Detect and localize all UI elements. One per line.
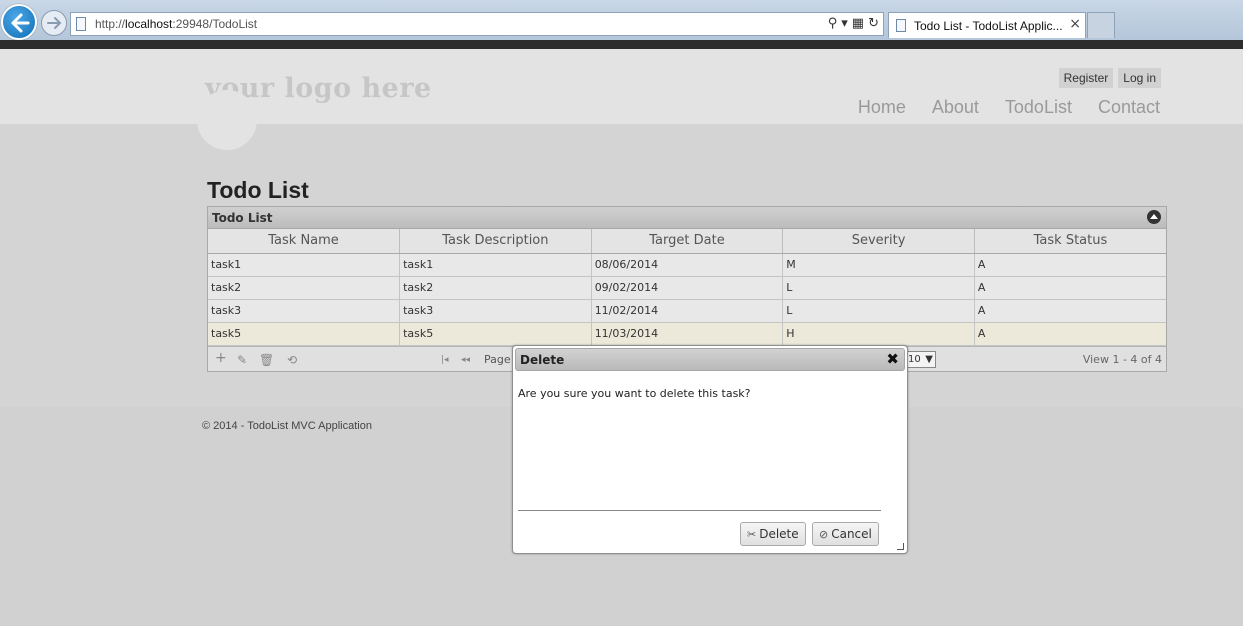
table-cell: 11/03/2014 [591,322,784,346]
table-cell: 09/02/2014 [591,276,784,300]
dialog-divider [518,510,881,511]
address-tools: ⚲ ▾ ▦ ↻ [828,15,879,33]
nav-about[interactable]: About [932,97,979,118]
collapse-icon[interactable] [1147,210,1161,224]
back-button[interactable] [1,4,37,40]
nav-home[interactable]: Home [858,97,906,118]
delete-button[interactable]: ✂ Delete [740,522,806,546]
url-text: http://localhost:29948/TodoList [95,17,258,31]
search-icon[interactable]: ⚲ [828,15,838,33]
cancel-icon: ⊘ [819,528,829,541]
delete-button-label: Delete [759,527,799,541]
logo-decoration [197,90,257,150]
footer-copyright: © 2014 - TodoList MVC Application [202,420,372,432]
column-header[interactable]: Task Status [974,229,1166,254]
forward-button[interactable] [41,10,67,36]
table-cell: task3 [208,299,401,323]
table-row[interactable]: task3 task3 11/02/2014 L A [208,299,1166,323]
rows-per-page-select[interactable]: 10 ▼ [905,351,936,368]
forward-arrow-icon [47,17,62,29]
first-page-icon[interactable]: |◂ [441,355,449,365]
address-bar[interactable]: http://localhost:29948/TodoList ⚲ ▾ ▦ ↻ [70,12,884,36]
table-row[interactable]: task1 task1 08/06/2014 M A [208,253,1166,277]
table-cell: task3 [399,299,592,323]
grid-body: task1 task1 08/06/2014 M Atask2 task2 09/02/20… [208,253,1166,346]
page-icon [76,17,86,31]
cancel-button[interactable]: ⊘ Cancel [812,522,879,546]
table-cell: task1 [399,253,592,277]
table-cell: A [974,322,1166,346]
table-cell: 08/06/2014 [591,253,784,277]
tab-title: Todo List - TodoList Applic... [914,19,1063,33]
table-cell: A [974,299,1166,323]
dialog-title-bar[interactable]: Delete ✖ [515,348,905,371]
page-title: Todo List [207,177,309,203]
dialog-message: Are you sure you want to delete this tas… [518,387,751,400]
table-cell: 11/02/2014 [591,299,784,323]
column-header[interactable]: Task Name [208,229,401,254]
table-cell: task2 [399,276,592,300]
chevron-down-icon: ▼ [925,354,933,365]
table-cell: A [974,253,1166,277]
table-cell: M [782,253,975,277]
top-strip [0,40,1243,49]
refresh-icon[interactable]: ↻ [868,15,879,33]
dropdown-icon[interactable]: ▾ [841,15,848,33]
tab-close-icon[interactable]: × [1069,16,1081,32]
new-tab-button[interactable] [1087,12,1115,38]
table-cell: task2 [208,276,401,300]
column-header[interactable]: Task Description [399,229,592,254]
refresh-icon[interactable]: ⟲ [287,353,297,367]
browser-toolbar: http://localhost:29948/TodoList ⚲ ▾ ▦ ↻ … [0,0,1243,40]
pager-view-info: View 1 - 4 of 4 [1082,353,1162,366]
grid-header-row: Task Name Task Description Target Date Seve… [208,229,1166,254]
dialog-title: Delete [520,353,565,367]
trash-icon[interactable]: 🗑 [259,353,274,367]
nav-todolist[interactable]: TodoList [1005,97,1072,118]
table-cell: A [974,276,1166,300]
column-header[interactable]: Severity [782,229,975,254]
table-row[interactable]: task5 task5 11/03/2014 H A [208,322,1166,346]
table-cell: L [782,276,975,300]
column-header[interactable]: Target Date [591,229,784,254]
grid-table: Task Name Task Description Target Date Seve… [208,229,1166,346]
main-nav: Home About TodoList Contact [858,97,1160,118]
back-arrow-icon [11,13,30,33]
edit-icon[interactable]: ✎ [237,353,247,367]
prev-page-icon[interactable]: ◂◂ [461,355,470,365]
compatibility-icon[interactable]: ▦ [852,15,864,33]
close-icon[interactable]: ✖ [886,350,899,368]
add-icon[interactable]: + [215,350,227,366]
table-row[interactable]: task2 task2 09/02/2014 L A [208,276,1166,300]
nav-contact[interactable]: Contact [1098,97,1160,118]
pager-page-label: Page [484,353,511,366]
grid-caption-bar: Todo List [208,207,1166,229]
browser-tab[interactable]: Todo List - TodoList Applic... × [888,12,1086,38]
login-link[interactable]: Log in [1118,68,1161,88]
scissors-icon: ✂ [747,528,757,541]
table-cell: H [782,322,975,346]
table-cell: task1 [208,253,401,277]
resize-handle[interactable] [897,543,904,550]
table-cell: task5 [399,322,592,346]
delete-dialog: Delete ✖ Are you sure you want to delete… [512,345,908,554]
page-icon [896,19,906,32]
table-cell: L [782,299,975,323]
rows-per-page-value: 10 [908,354,921,365]
table-cell: task5 [208,322,401,346]
register-link[interactable]: Register [1058,68,1114,88]
auth-links: Register Log in [1058,68,1161,88]
cancel-button-label: Cancel [831,527,872,541]
grid-caption: Todo List [212,211,273,225]
